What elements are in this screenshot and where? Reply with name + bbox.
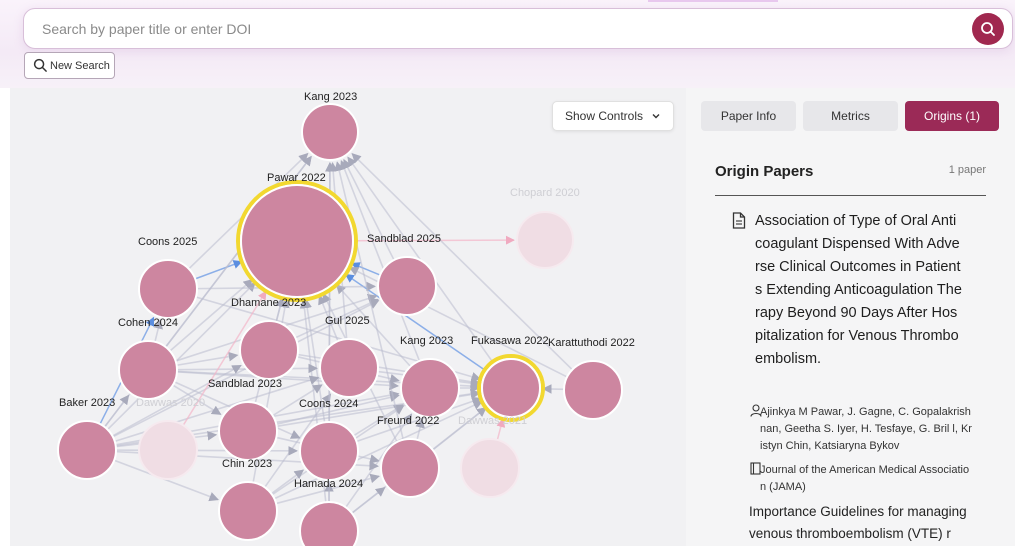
graph-node-freund2022[interactable]: Freund 2022 xyxy=(377,415,440,498)
node-circle[interactable] xyxy=(218,481,278,541)
tab-metrics-label: Metrics xyxy=(831,109,870,123)
node-circle[interactable] xyxy=(481,358,541,418)
citation-edge xyxy=(350,262,381,276)
search-icon xyxy=(981,22,995,36)
graph-node-chopard2020[interactable]: Chopard 2020 xyxy=(510,187,580,269)
node-label: Cohen 2024 xyxy=(118,317,178,329)
citation-edge xyxy=(542,384,565,394)
graph-node-chin2023[interactable]: Chin 2023 xyxy=(218,458,278,541)
graph-node-dawwas2021[interactable]: Dawwas 2021 xyxy=(458,415,527,498)
search-bar xyxy=(23,8,1013,49)
node-circle[interactable] xyxy=(57,420,117,480)
divider xyxy=(715,195,986,196)
node-circle[interactable] xyxy=(319,338,379,398)
node-circle[interactable] xyxy=(301,103,359,161)
paper-count: 1 paper xyxy=(948,164,986,176)
tab-origins[interactable]: Origins (1) xyxy=(905,101,999,131)
node-circle[interactable] xyxy=(138,420,198,480)
node-circle[interactable] xyxy=(516,211,574,269)
node-label: Pawar 2022 xyxy=(267,172,326,184)
node-label: Dawwas 2020 xyxy=(136,397,205,409)
search-input[interactable] xyxy=(42,18,942,40)
graph-canvas[interactable]: Kang 2023 Pawar 2022 Chopard 2020 Coons 202… xyxy=(10,88,686,546)
node-label: Sandblad 2023 xyxy=(208,378,282,390)
graph-node-coons2025[interactable]: Coons 2025 xyxy=(138,236,198,319)
node-circle[interactable] xyxy=(240,184,354,298)
node-circle[interactable] xyxy=(400,358,460,418)
node-circle[interactable] xyxy=(218,401,278,461)
show-controls-button[interactable]: Show Controls xyxy=(552,101,674,131)
node-label: Dhamane 2023 xyxy=(231,297,306,309)
node-circle[interactable] xyxy=(239,320,299,380)
left-edge xyxy=(0,88,10,546)
node-label: Dawwas 2021 xyxy=(458,415,527,427)
graph-node-dawwas2020[interactable]: Dawwas 2020 xyxy=(136,397,205,480)
new-search-label: New Search xyxy=(50,59,110,72)
node-circle[interactable] xyxy=(460,438,520,498)
node-label: Coons 2025 xyxy=(138,236,197,248)
citation-edge xyxy=(176,351,239,367)
node-circle[interactable] xyxy=(118,340,178,400)
node-circle[interactable] xyxy=(563,360,623,420)
node-circle[interactable] xyxy=(380,438,440,498)
graph-node-sandblad2023[interactable]: Sandblad 2023 xyxy=(208,378,282,461)
tab-metrics[interactable]: Metrics xyxy=(803,101,898,131)
node-label: Karattuthodi 2022 xyxy=(548,337,635,349)
node-label: Coons 2024 xyxy=(299,398,358,410)
origin-paper-authors: Ajinkya M Pawar, J. Gagne, C. Gopalakris… xyxy=(760,406,972,452)
citation-edge xyxy=(194,260,243,280)
node-circle[interactable] xyxy=(138,259,198,319)
graph-node-dhamane2023[interactable]: Dhamane 2023 xyxy=(231,297,306,380)
next-paper-title[interactable]: Importance Guidelines for managing venou… xyxy=(749,501,973,545)
graph-node-kang2023[interactable]: Kang 2023 xyxy=(301,91,359,161)
new-search-button[interactable]: New Search xyxy=(24,52,115,79)
panel-title: Origin Papers xyxy=(715,163,814,180)
show-controls-label: Show Controls xyxy=(564,109,644,123)
graph-node-kang2023b[interactable]: Kang 2023 xyxy=(400,335,460,418)
search-icon xyxy=(33,58,47,72)
node-label: Fukasawa 2022 xyxy=(471,335,549,347)
node-label: Kang 2023 xyxy=(304,91,357,103)
tab-paper-info[interactable]: Paper Info xyxy=(701,101,796,131)
node-label: Sandblad 2025 xyxy=(367,233,441,245)
chevron-down-icon xyxy=(652,114,660,119)
tab-origins-label: Origins (1) xyxy=(923,109,980,123)
origin-paper-journal: Journal of the American Medical Associat… xyxy=(760,464,970,493)
node-label: Kang 2023 xyxy=(400,335,453,347)
document-icon xyxy=(732,212,746,229)
node-circle[interactable] xyxy=(377,256,437,316)
graph-node-karattuthodi2022[interactable]: Karattuthodi 2022 xyxy=(548,337,635,420)
node-label: Baker 2023 xyxy=(59,397,115,409)
details-panel: Paper Info Metrics Origins (1) Origin Pa… xyxy=(686,88,1015,546)
node-label: Chopard 2020 xyxy=(510,187,580,199)
node-circle[interactable] xyxy=(299,501,359,546)
node-label: Freund 2022 xyxy=(377,415,439,427)
citation-graph[interactable]: Kang 2023 Pawar 2022 Chopard 2020 Coons 202… xyxy=(10,88,686,546)
node-circle[interactable] xyxy=(299,421,359,481)
graph-node-pawar2022[interactable]: Pawar 2022 xyxy=(236,172,358,302)
node-label: Gul 2025 xyxy=(325,315,370,327)
node-label: Hamada 2024 xyxy=(294,478,363,490)
top-accent-bar xyxy=(648,0,778,2)
origin-paper-title[interactable]: Association of Type of Oral Anticoagulan… xyxy=(755,210,963,371)
node-label: Chin 2023 xyxy=(222,458,272,470)
tab-paper-info-label: Paper Info xyxy=(720,109,777,123)
search-button[interactable] xyxy=(972,13,1004,45)
